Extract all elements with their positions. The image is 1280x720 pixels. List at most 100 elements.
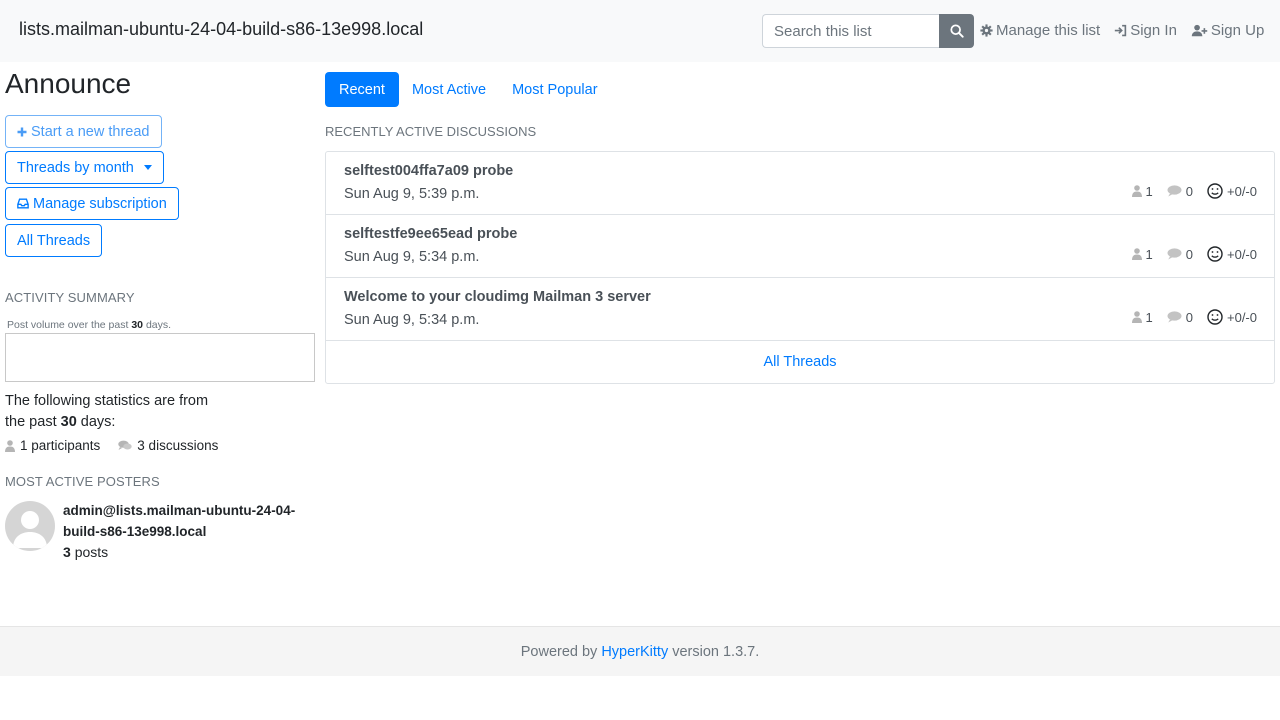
footer: Powered by HyperKitty version 1.3.7.	[0, 626, 1280, 676]
search-form	[762, 14, 974, 48]
thread-date: Sun Aug 9, 5:34 p.m.	[344, 312, 480, 328]
default-avatar-icon	[13, 511, 47, 548]
thread-votes: +0/-0	[1207, 183, 1257, 199]
thread-votes: +0/-0	[1207, 246, 1257, 262]
thread-row[interactable]: Welcome to your cloudimg Mailman 3 serve…	[326, 278, 1274, 341]
manage-subscription-button[interactable]: Manage subscription	[5, 187, 179, 220]
user-icon	[1131, 185, 1142, 197]
tab-most-active[interactable]: Most Active	[399, 72, 499, 107]
participants-count: 1 participants	[5, 438, 100, 453]
hyperkitty-link[interactable]: HyperKitty	[601, 644, 668, 660]
footer-version: version 1.3.7.	[672, 643, 760, 660]
activity-chart	[5, 333, 315, 382]
thread-subject[interactable]: selftestfe9ee65ead probe	[344, 226, 517, 242]
thread-subject[interactable]: Welcome to your cloudimg Mailman 3 serve…	[344, 289, 651, 305]
tab-most-popular[interactable]: Most Popular	[499, 72, 610, 107]
recent-discussions-heading: RECENTLY ACTIVE DISCUSSIONS	[325, 124, 537, 139]
thread-replies-count: 0	[1185, 246, 1193, 262]
stats-line-2-prefix: the past	[5, 414, 57, 430]
participants-label: 1 participants	[20, 438, 101, 453]
threads-by-month-label: Threads by month	[17, 159, 134, 176]
discussions-label: 3 discussions	[137, 438, 219, 453]
user-icon	[1131, 311, 1142, 323]
chevron-down-icon	[143, 165, 152, 170]
thread-list: selftest004ffa7a09 probe Sun Aug 9, 5:39…	[325, 151, 1275, 384]
stats-line-2-suffix: days:	[80, 414, 116, 430]
post-volume-days: 30	[131, 319, 144, 331]
poster-name: admin@lists.mailman-ubuntu-24-04-build-s…	[63, 503, 296, 539]
threads-by-month-dropdown[interactable]: Threads by month	[5, 151, 164, 184]
smile-icon	[1207, 309, 1223, 325]
thread-replies: 0	[1167, 184, 1193, 199]
thread-subject[interactable]: selftest004ffa7a09 probe	[344, 163, 513, 179]
thread-participants-count: 1	[1145, 309, 1153, 325]
stats-days: 30	[60, 414, 77, 430]
thread-row[interactable]: selftestfe9ee65ead probe Sun Aug 9, 5:34…	[326, 215, 1274, 278]
post-volume-note: Post volume over the past 30 days.	[7, 319, 171, 331]
thread-row[interactable]: selftest004ffa7a09 probe Sun Aug 9, 5:39…	[326, 152, 1274, 215]
thread-replies: 0	[1167, 310, 1193, 325]
most-active-posters-heading: MOST ACTIVE POSTERS	[5, 474, 160, 489]
thread-participants: 1	[1131, 246, 1153, 262]
thread-date: Sun Aug 9, 5:34 p.m.	[344, 249, 480, 265]
inbox-icon	[17, 198, 29, 209]
comment-icon	[1167, 311, 1182, 323]
list-title: Announce	[5, 68, 132, 99]
thread-votes-count: +0/-0	[1227, 246, 1257, 262]
user-plus-icon	[1191, 24, 1208, 37]
post-volume-prefix: Post volume over the past	[7, 319, 129, 331]
thread-replies: 0	[1167, 247, 1193, 262]
smile-icon	[1207, 183, 1223, 199]
poster-info: admin@lists.mailman-ubuntu-24-04-build-s…	[63, 501, 313, 560]
footer-prefix: Powered by	[520, 643, 598, 660]
avatar	[5, 501, 55, 551]
poster-count-number: 3	[63, 544, 71, 560]
thread-participants: 1	[1131, 309, 1153, 325]
manage-subscription-label: Manage subscription	[33, 195, 167, 212]
site-brand[interactable]: lists.mailman-ubuntu-24-04-build-s86-13e…	[19, 19, 423, 40]
thread-replies-count: 0	[1185, 183, 1193, 199]
thread-replies-count: 0	[1185, 309, 1193, 325]
comment-icon	[1167, 248, 1182, 260]
manage-list-link[interactable]: Manage this list	[980, 22, 1100, 39]
smile-icon	[1207, 246, 1223, 262]
tab-recent[interactable]: Recent	[325, 72, 399, 107]
all-threads-label: All Threads	[17, 232, 91, 249]
user-icon	[1131, 248, 1142, 260]
thread-participants-count: 1	[1145, 246, 1153, 262]
sign-in-icon	[1115, 24, 1127, 37]
search-input[interactable]	[762, 14, 939, 48]
stats-counts: 1 participants 3 discussions	[5, 438, 236, 453]
search-button[interactable]	[939, 14, 974, 48]
thread-meta: 1 0 +0/-0	[1118, 309, 1257, 325]
stats-description: The following statistics are from the pa…	[5, 391, 235, 433]
thread-votes: +0/-0	[1207, 309, 1257, 325]
comments-icon	[118, 440, 132, 450]
thread-participants-count: 1	[1145, 183, 1153, 199]
poster-post-count: 3 posts	[63, 544, 313, 560]
thread-meta: 1 0 +0/-0	[1118, 246, 1257, 262]
all-threads-link[interactable]: All Threads	[326, 341, 1274, 383]
stats-line-1: The following statistics are from	[5, 393, 209, 409]
thread-participants: 1	[1131, 183, 1153, 199]
thread-votes-count: +0/-0	[1227, 183, 1257, 199]
thread-meta: 1 0 +0/-0	[1118, 183, 1257, 199]
search-icon	[949, 24, 964, 38]
gear-icon	[980, 24, 993, 37]
all-threads-button[interactable]: All Threads	[5, 224, 103, 257]
manage-list-label: Manage this list	[996, 22, 1101, 39]
thread-date: Sun Aug 9, 5:39 p.m.	[344, 186, 480, 202]
activity-summary-heading: ACTIVITY SUMMARY	[5, 290, 135, 305]
discussions-count: 3 discussions	[118, 438, 218, 453]
start-thread-label: Start a new thread	[31, 123, 150, 140]
start-thread-button[interactable]: Start a new thread	[5, 115, 162, 148]
nav-links: Manage this list Sign In Sign Up	[980, 22, 1264, 39]
sign-in-link[interactable]: Sign In	[1114, 22, 1177, 39]
stats-line-2: the past 30 days:	[5, 412, 235, 433]
poster-posts-word: posts	[74, 544, 109, 560]
post-volume-suffix: days.	[145, 319, 172, 331]
sign-in-label: Sign In	[1130, 22, 1177, 39]
sign-up-link[interactable]: Sign Up	[1191, 22, 1264, 39]
thread-tabs: Recent Most Active Most Popular	[325, 72, 611, 107]
thread-votes-count: +0/-0	[1227, 309, 1257, 325]
